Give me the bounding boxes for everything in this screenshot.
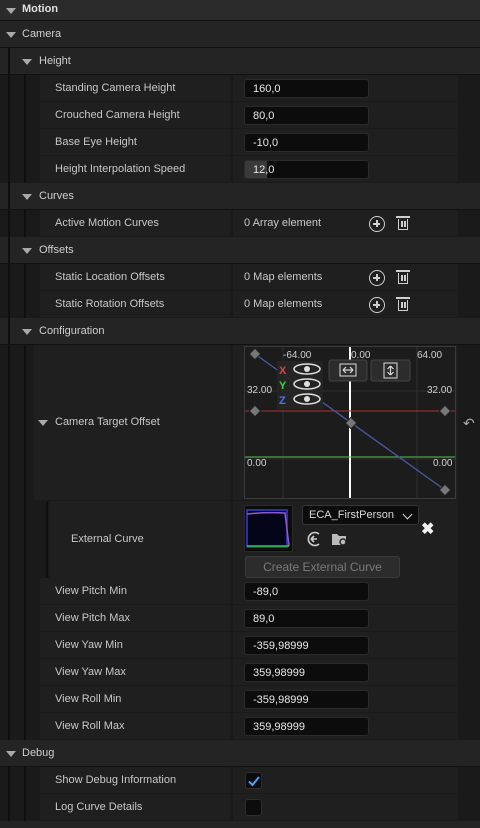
axis-label-bottom-left: 0.00 xyxy=(247,458,267,469)
property-label: View Yaw Max xyxy=(55,666,126,678)
axis-label-top-left: -64.00 xyxy=(283,350,312,361)
collapse-arrow-icon[interactable] xyxy=(6,32,16,38)
property-label: View Yaw Min xyxy=(55,639,123,651)
category-motion[interactable]: Motion xyxy=(0,0,480,21)
property-crouched-camera-height: Crouched Camera Height 80,0 xyxy=(0,102,480,129)
property-view-pitch-min: View Pitch Min -89,0 xyxy=(0,578,480,605)
axis-label-top-right: 64.00 xyxy=(417,350,442,361)
use-selected-asset-icon[interactable] xyxy=(305,530,323,551)
browse-asset-icon[interactable] xyxy=(331,530,349,551)
view-roll-min-input[interactable]: -359,98999 xyxy=(244,690,369,709)
property-label: View Pitch Max xyxy=(55,612,130,624)
fit-vertical-icon[interactable] xyxy=(370,359,411,382)
crouched-camera-height-input[interactable]: 80,0 xyxy=(244,106,369,125)
property-label: Static Location Offsets xyxy=(55,271,165,283)
property-view-yaw-min: View Yaw Min -359,98999 xyxy=(0,632,480,659)
property-log-curve-details: Log Curve Details xyxy=(0,794,480,821)
view-yaw-min-input[interactable]: -359,98999 xyxy=(244,636,369,655)
property-height-interpolation-speed: Height Interpolation Speed 12,0 xyxy=(0,156,480,183)
property-active-motion-curves: Active Motion Curves 0 Array element xyxy=(0,210,480,237)
curve-asset-name: ECA_FirstPerson xyxy=(309,509,394,521)
add-element-icon[interactable] xyxy=(369,297,385,313)
standing-camera-height-input[interactable]: 160,0 xyxy=(244,79,369,98)
checkmark-icon xyxy=(248,776,260,787)
category-title: Motion xyxy=(22,3,59,15)
curve-asset-thumbnail[interactable] xyxy=(244,505,293,552)
category-curves[interactable]: Curves xyxy=(0,183,480,210)
property-view-pitch-max: View Pitch Max 89,0 xyxy=(0,605,480,632)
channel-y-label: Y xyxy=(279,380,287,392)
property-label: Base Eye Height xyxy=(55,136,137,148)
trash-icon[interactable] xyxy=(396,216,410,232)
property-label: View Pitch Min xyxy=(55,585,127,597)
collapse-arrow-icon[interactable] xyxy=(22,59,32,65)
property-label: View Roll Min xyxy=(55,693,122,705)
property-label: Active Motion Curves xyxy=(55,217,159,229)
property-base-eye-height: Base Eye Height -10,0 xyxy=(0,129,480,156)
channel-z-label: Z xyxy=(279,395,286,407)
property-label: Show Debug Information xyxy=(55,774,177,786)
property-view-yaw-max: View Yaw Max 359,98999 xyxy=(0,659,480,686)
clear-icon[interactable]: ✖ xyxy=(421,519,434,539)
collapse-arrow-icon[interactable] xyxy=(22,194,32,200)
height-interpolation-speed-slider[interactable]: 12,0 xyxy=(244,160,369,179)
collapse-arrow-icon[interactable] xyxy=(22,248,32,254)
category-title: Configuration xyxy=(39,325,105,337)
property-static-location-offsets: Static Location Offsets 0 Map elements xyxy=(0,264,480,291)
collapse-arrow-icon[interactable] xyxy=(6,751,16,757)
category-title: Curves xyxy=(39,190,74,202)
fit-horizontal-icon[interactable] xyxy=(328,359,368,382)
expand-arrow-icon[interactable] xyxy=(38,420,48,426)
curve-graph[interactable]: -64.00 0.00 64.00 32.00 32.00 0.00 0.00 … xyxy=(244,346,456,499)
property-label: External Curve xyxy=(71,533,144,545)
property-label: Static Rotation Offsets xyxy=(55,298,165,310)
view-pitch-min-input[interactable]: -89,0 xyxy=(244,582,369,601)
log-curve-details-checkbox[interactable] xyxy=(245,799,262,816)
add-element-icon[interactable] xyxy=(369,270,385,286)
property-label: Crouched Camera Height xyxy=(55,109,180,121)
category-configuration[interactable]: Configuration xyxy=(0,318,480,345)
collapse-arrow-icon[interactable] xyxy=(22,329,32,335)
property-label: Log Curve Details xyxy=(55,801,143,813)
create-external-curve-button[interactable]: Create External Curve xyxy=(245,556,400,578)
category-offsets[interactable]: Offsets xyxy=(0,237,480,264)
property-view-roll-max: View Roll Max 359,98999 xyxy=(0,713,480,740)
view-roll-max-input[interactable]: 359,98999 xyxy=(244,717,369,736)
category-camera[interactable]: Camera xyxy=(0,21,480,48)
property-label: Camera Target Offset xyxy=(55,416,160,428)
category-title: Camera xyxy=(22,28,62,40)
channel-x-label: X xyxy=(279,365,287,377)
map-count-text: 0 Map elements xyxy=(244,271,323,283)
property-label: Height Interpolation Speed xyxy=(55,163,186,175)
map-count-text: 0 Map elements xyxy=(244,298,323,310)
collapse-arrow-icon[interactable] xyxy=(6,8,16,14)
show-debug-information-checkbox[interactable] xyxy=(245,772,262,789)
add-element-icon[interactable] xyxy=(369,216,385,232)
panel-footer xyxy=(0,821,480,828)
axis-label-mid-right: 32.00 xyxy=(427,385,452,396)
property-static-rotation-offsets: Static Rotation Offsets 0 Map elements xyxy=(0,291,480,318)
reset-to-default-icon[interactable]: ↶ xyxy=(463,415,475,432)
chevron-down-icon xyxy=(402,509,413,520)
property-view-roll-min: View Roll Min -359,98999 xyxy=(0,686,480,713)
base-eye-height-input[interactable]: -10,0 xyxy=(244,133,369,152)
trash-icon[interactable] xyxy=(396,297,410,313)
array-count-text: 0 Array element xyxy=(244,217,322,229)
category-debug[interactable]: Debug xyxy=(0,740,480,767)
category-title: Debug xyxy=(22,747,55,759)
category-title: Height xyxy=(39,55,71,67)
category-title: Offsets xyxy=(39,244,74,256)
axis-label-top-mid: 0.00 xyxy=(351,350,371,361)
axis-label-mid-left: 32.00 xyxy=(247,385,272,396)
curve-asset-dropdown[interactable]: ECA_FirstPerson xyxy=(302,505,419,525)
property-standing-camera-height: Standing Camera Height 160,0 xyxy=(0,75,480,102)
view-yaw-max-input[interactable]: 359,98999 xyxy=(244,663,369,682)
view-pitch-max-input[interactable]: 89,0 xyxy=(244,609,369,628)
axis-label-bottom-right: 0.00 xyxy=(433,458,453,469)
property-label: View Roll Max xyxy=(55,720,125,732)
property-show-debug-information: Show Debug Information xyxy=(0,767,480,794)
trash-icon[interactable] xyxy=(396,270,410,286)
property-label: Standing Camera Height xyxy=(55,82,176,94)
category-height[interactable]: Height xyxy=(0,48,480,75)
